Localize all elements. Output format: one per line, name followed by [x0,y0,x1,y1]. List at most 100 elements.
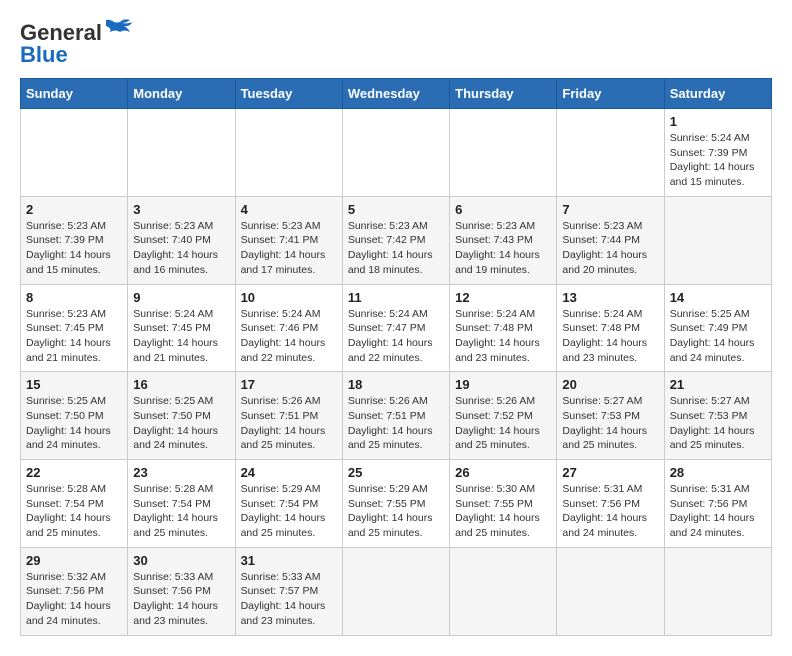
calendar-cell [235,109,342,197]
day-info: Sunrise: 5:29 AM Sunset: 7:54 PM Dayligh… [241,482,337,541]
day-info: Sunrise: 5:24 AM Sunset: 7:47 PM Dayligh… [348,307,444,366]
day-info: Sunrise: 5:24 AM Sunset: 7:39 PM Dayligh… [670,131,766,190]
day-info: Sunrise: 5:24 AM Sunset: 7:45 PM Dayligh… [133,307,229,366]
calendar-cell: 21Sunrise: 5:27 AM Sunset: 7:53 PM Dayli… [664,372,771,460]
calendar-cell [557,109,664,197]
day-info: Sunrise: 5:25 AM Sunset: 7:50 PM Dayligh… [133,394,229,453]
calendar-cell: 31Sunrise: 5:33 AM Sunset: 7:57 PM Dayli… [235,547,342,635]
day-number: 28 [670,465,766,480]
weekday-header-sunday: Sunday [21,79,128,109]
calendar-cell: 19Sunrise: 5:26 AM Sunset: 7:52 PM Dayli… [450,372,557,460]
day-number: 15 [26,377,122,392]
day-number: 9 [133,290,229,305]
calendar-week-3: 8Sunrise: 5:23 AM Sunset: 7:45 PM Daylig… [21,284,772,372]
calendar-cell: 25 Sunrise: 5:29 AM Sunset: 7:55 PM Dayli… [342,460,449,548]
page-header: General Blue [20,20,772,68]
calendar-header: SundayMondayTuesdayWednesdayThursdayFrid… [21,79,772,109]
calendar-cell [21,109,128,197]
day-info: Sunrise: 5:28 AM Sunset: 7:54 PM Dayligh… [133,482,229,541]
calendar-week-2: 2Sunrise: 5:23 AM Sunset: 7:39 PM Daylig… [21,196,772,284]
day-number: 8 [26,290,122,305]
logo: General Blue [20,20,134,68]
calendar-week-5: 22 Sunrise: 5:28 AM Sunset: 7:54 PM Dayli… [21,460,772,548]
day-number: 24 [241,465,337,480]
calendar-week-6: 29 Sunrise: 5:32 AM Sunset: 7:56 PM Dayli… [21,547,772,635]
day-info: Sunrise: 5:31 AM Sunset: 7:56 PM Dayligh… [670,482,766,541]
calendar-cell: 3 Sunrise: 5:23 AM Sunset: 7:40 PM Daylig… [128,196,235,284]
day-info: Sunrise: 5:30 AM Sunset: 7:55 PM Dayligh… [455,482,551,541]
calendar-cell: 24 Sunrise: 5:29 AM Sunset: 7:54 PM Dayli… [235,460,342,548]
calendar-cell: 8Sunrise: 5:23 AM Sunset: 7:45 PM Daylig… [21,284,128,372]
calendar-cell [450,109,557,197]
calendar-cell: 22 Sunrise: 5:28 AM Sunset: 7:54 PM Dayli… [21,460,128,548]
calendar-cell: 13Sunrise: 5:24 AM Sunset: 7:48 PM Dayli… [557,284,664,372]
calendar-cell: 4 Sunrise: 5:23 AM Sunset: 7:41 PM Daylig… [235,196,342,284]
day-number: 19 [455,377,551,392]
day-number: 14 [670,290,766,305]
calendar-cell: 30Sunrise: 5:33 AM Sunset: 7:56 PM Dayli… [128,547,235,635]
calendar-cell: 2Sunrise: 5:23 AM Sunset: 7:39 PM Daylig… [21,196,128,284]
day-number: 1 [670,114,766,129]
calendar-cell: 12Sunrise: 5:24 AM Sunset: 7:48 PM Dayli… [450,284,557,372]
day-number: 12 [455,290,551,305]
day-number: 7 [562,202,658,217]
day-info: Sunrise: 5:28 AM Sunset: 7:54 PM Dayligh… [26,482,122,541]
calendar-cell [557,547,664,635]
day-number: 3 [133,202,229,217]
calendar-week-4: 15 Sunrise: 5:25 AM Sunset: 7:50 PM Dayli… [21,372,772,460]
day-number: 5 [348,202,444,217]
calendar-cell: 11Sunrise: 5:24 AM Sunset: 7:47 PM Dayli… [342,284,449,372]
day-info: Sunrise: 5:24 AM Sunset: 7:46 PM Dayligh… [241,307,337,366]
day-info: Sunrise: 5:23 AM Sunset: 7:41 PM Dayligh… [241,219,337,278]
day-number: 21 [670,377,766,392]
calendar-cell: 28 Sunrise: 5:31 AM Sunset: 7:56 PM Dayli… [664,460,771,548]
day-info: Sunrise: 5:29 AM Sunset: 7:55 PM Dayligh… [348,482,444,541]
day-number: 4 [241,202,337,217]
calendar-cell: 6 Sunrise: 5:23 AM Sunset: 7:43 PM Daylig… [450,196,557,284]
calendar-cell: 15 Sunrise: 5:25 AM Sunset: 7:50 PM Dayli… [21,372,128,460]
day-info: Sunrise: 5:27 AM Sunset: 7:53 PM Dayligh… [562,394,658,453]
weekday-header-thursday: Thursday [450,79,557,109]
calendar-cell: 9 Sunrise: 5:24 AM Sunset: 7:45 PM Daylig… [128,284,235,372]
calendar-cell: 26Sunrise: 5:30 AM Sunset: 7:55 PM Dayli… [450,460,557,548]
weekday-header-tuesday: Tuesday [235,79,342,109]
calendar-cell [342,109,449,197]
calendar-cell: 23Sunrise: 5:28 AM Sunset: 7:54 PM Dayli… [128,460,235,548]
day-info: Sunrise: 5:26 AM Sunset: 7:51 PM Dayligh… [348,394,444,453]
day-number: 2 [26,202,122,217]
weekday-header-saturday: Saturday [664,79,771,109]
calendar-cell: 18 Sunrise: 5:26 AM Sunset: 7:51 PM Dayli… [342,372,449,460]
day-number: 22 [26,465,122,480]
day-info: Sunrise: 5:32 AM Sunset: 7:56 PM Dayligh… [26,570,122,629]
logo-bird-icon [106,18,134,40]
day-number: 29 [26,553,122,568]
day-number: 20 [562,377,658,392]
day-info: Sunrise: 5:25 AM Sunset: 7:50 PM Dayligh… [26,394,122,453]
day-info: Sunrise: 5:31 AM Sunset: 7:56 PM Dayligh… [562,482,658,541]
calendar-cell: 27Sunrise: 5:31 AM Sunset: 7:56 PM Dayli… [557,460,664,548]
day-info: Sunrise: 5:23 AM Sunset: 7:40 PM Dayligh… [133,219,229,278]
day-info: Sunrise: 5:23 AM Sunset: 7:42 PM Dayligh… [348,219,444,278]
calendar-cell: 14Sunrise: 5:25 AM Sunset: 7:49 PM Dayli… [664,284,771,372]
weekday-header-monday: Monday [128,79,235,109]
day-number: 30 [133,553,229,568]
calendar-table: SundayMondayTuesdayWednesdayThursdayFrid… [20,78,772,636]
day-number: 18 [348,377,444,392]
day-number: 10 [241,290,337,305]
day-info: Sunrise: 5:23 AM Sunset: 7:44 PM Dayligh… [562,219,658,278]
weekday-header-wednesday: Wednesday [342,79,449,109]
day-number: 6 [455,202,551,217]
calendar-week-1: 1 Sunrise: 5:24 AM Sunset: 7:39 PM Daylig… [21,109,772,197]
day-number: 25 [348,465,444,480]
calendar-body: 1 Sunrise: 5:24 AM Sunset: 7:39 PM Daylig… [21,109,772,636]
calendar-cell: 20 Sunrise: 5:27 AM Sunset: 7:53 PM Dayli… [557,372,664,460]
calendar-cell: 29 Sunrise: 5:32 AM Sunset: 7:56 PM Dayli… [21,547,128,635]
day-number: 31 [241,553,337,568]
day-info: Sunrise: 5:23 AM Sunset: 7:43 PM Dayligh… [455,219,551,278]
calendar-cell [128,109,235,197]
day-number: 16 [133,377,229,392]
calendar-cell: 10 Sunrise: 5:24 AM Sunset: 7:46 PM Dayli… [235,284,342,372]
calendar-cell: 17Sunrise: 5:26 AM Sunset: 7:51 PM Dayli… [235,372,342,460]
logo-text-blue: Blue [20,42,68,68]
calendar-cell [664,196,771,284]
